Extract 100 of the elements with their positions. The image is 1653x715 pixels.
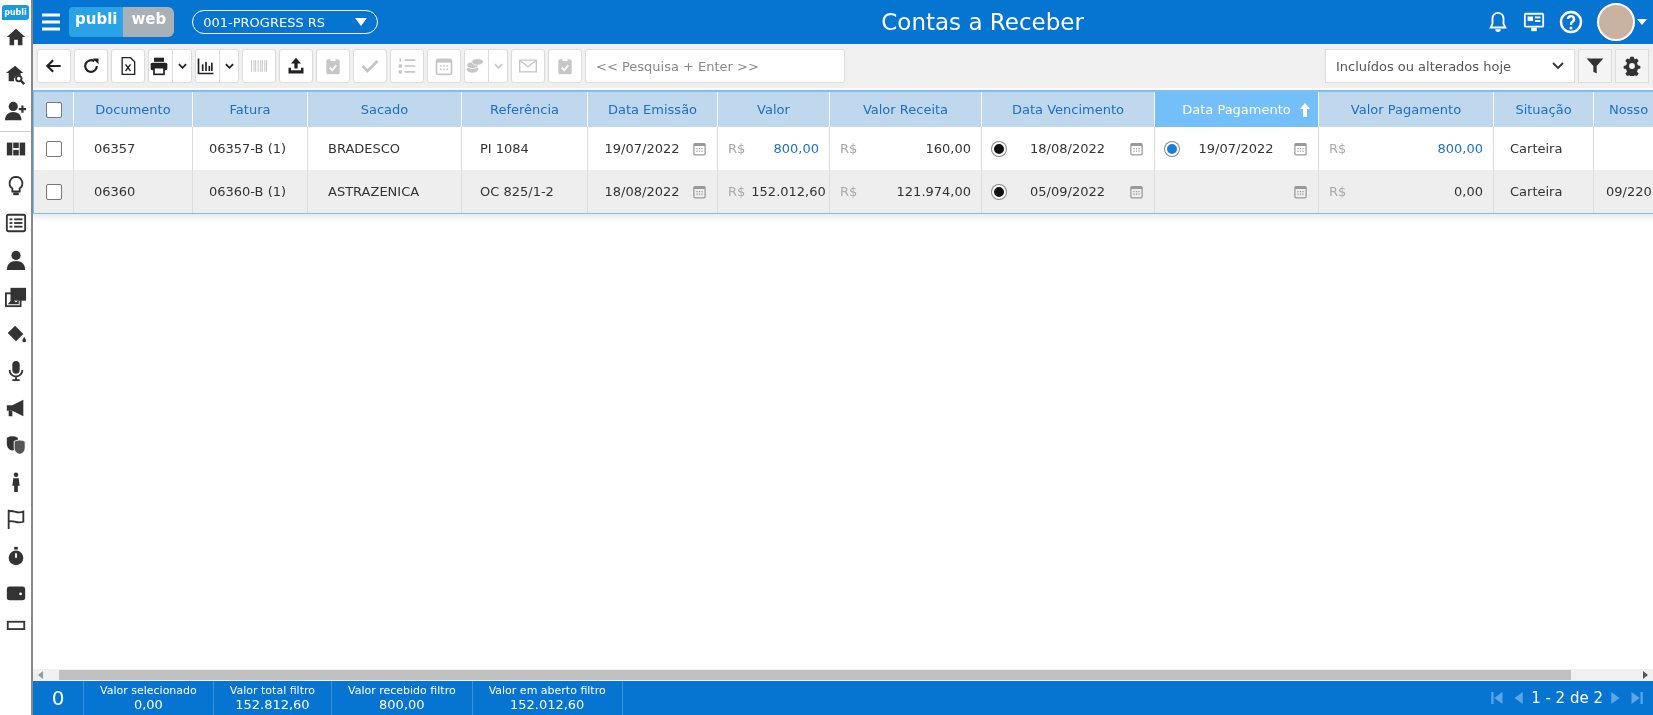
print-icon xyxy=(149,56,169,76)
calendar-icon[interactable] xyxy=(1129,184,1144,199)
toolbar-button[interactable] xyxy=(37,49,71,83)
date-text: 18/08/2022 xyxy=(603,184,681,199)
column-header[interactable]: Valor Receita xyxy=(830,92,982,127)
home-icon[interactable] xyxy=(4,26,27,48)
funnel-icon xyxy=(1585,56,1605,76)
bar-chart-icon xyxy=(196,56,216,76)
selected-count: 0 xyxy=(33,681,84,715)
amount-text: 121.974,00 xyxy=(896,184,971,199)
column-header[interactable]: Data Pagamento xyxy=(1155,92,1319,127)
calendar-icon[interactable] xyxy=(1293,184,1308,199)
status-dot[interactable] xyxy=(992,184,1006,199)
total-label: Valor em aberto filtro xyxy=(488,684,606,697)
currency-label: R$ xyxy=(840,141,858,156)
scrollbar-thumb[interactable] xyxy=(59,670,1571,680)
checkbox[interactable] xyxy=(45,183,62,200)
column-header[interactable]: Situação xyxy=(1494,92,1594,127)
date-text: 19/07/2022 xyxy=(603,141,681,156)
date-text: 18/08/2022 xyxy=(1029,141,1106,156)
images-icon[interactable] xyxy=(4,286,27,308)
table-cell: OC 825/1-2 xyxy=(480,184,554,199)
column-header[interactable]: Nosso xyxy=(1594,92,1653,127)
toolbar-button[interactable] xyxy=(195,49,239,83)
checkbox[interactable] xyxy=(45,101,62,118)
column-header[interactable]: Fatura xyxy=(193,92,308,127)
currency-label: R$ xyxy=(1329,184,1347,199)
toolbar-button[interactable] xyxy=(74,49,108,83)
currency-label: R$ xyxy=(840,184,858,199)
calendar-icon[interactable] xyxy=(692,184,707,199)
upload-icon xyxy=(286,56,306,76)
avatar[interactable] xyxy=(1597,3,1635,41)
table-cell: BRADESCO xyxy=(328,141,401,156)
sort-arrow-icon xyxy=(1300,102,1310,117)
calendar-icon[interactable] xyxy=(1293,141,1308,156)
home-search-icon[interactable] xyxy=(4,63,27,85)
clipboard-check-icon xyxy=(555,56,575,76)
total-value: 0,00 xyxy=(133,697,163,712)
caret-icon[interactable] xyxy=(1637,19,1647,25)
toolbar-button[interactable] xyxy=(279,49,313,83)
column-header[interactable]: Valor Pagamento xyxy=(1319,92,1494,127)
date-text: 05/09/2022 xyxy=(1029,184,1106,199)
amount-text: 800,00 xyxy=(773,141,819,156)
list-icon[interactable] xyxy=(4,212,27,234)
total-label: Valor selecionado xyxy=(100,684,197,697)
refresh-icon xyxy=(81,56,101,76)
coins-icon xyxy=(465,56,485,76)
table-cell: 06357 xyxy=(94,141,136,156)
column-header[interactable]: Data Vencimento xyxy=(982,92,1155,127)
calendar-icon xyxy=(434,56,454,76)
monitor-icon[interactable] xyxy=(1523,11,1545,33)
status-dot[interactable] xyxy=(1165,141,1179,156)
logo-text: publi xyxy=(69,7,124,37)
column-header[interactable]: Data Emissão xyxy=(588,92,718,127)
table-cell: 06360-B (1) xyxy=(209,184,287,199)
table-cell: 09/220 xyxy=(1606,184,1652,199)
status-dot[interactable] xyxy=(992,141,1006,156)
page-title: Contas a Receber xyxy=(880,9,1085,35)
caret-icon xyxy=(224,63,234,69)
scroll-left-icon[interactable] xyxy=(37,671,45,679)
checkbox[interactable] xyxy=(45,140,62,157)
toolbar-button[interactable] xyxy=(111,49,145,83)
scroll-right-icon[interactable] xyxy=(1641,671,1649,679)
calendar-icon[interactable] xyxy=(1129,141,1144,156)
user-plus-icon[interactable] xyxy=(4,100,27,122)
amount-text: 160,00 xyxy=(925,141,971,156)
help-icon[interactable] xyxy=(1559,10,1583,34)
table-cell: Carteira xyxy=(1510,184,1563,199)
table-cell: 06357-B (1) xyxy=(209,141,287,156)
toolbar-button[interactable] xyxy=(148,49,192,83)
caret-icon xyxy=(493,63,503,69)
column-header[interactable]: Valor xyxy=(718,92,830,127)
filter-select[interactable]: Incluídos ou alterados hoje xyxy=(1325,49,1575,83)
table-cell: 06360 xyxy=(94,184,136,199)
filter-button[interactable] xyxy=(1578,49,1612,83)
caret-icon xyxy=(177,63,187,69)
calendar-icon[interactable] xyxy=(692,141,707,156)
bell-icon[interactable] xyxy=(1487,11,1509,33)
table-cell: PI 1084 xyxy=(480,141,529,156)
currency-label: R$ xyxy=(728,184,746,199)
total-value: 152.812,60 xyxy=(235,697,310,712)
app-logo[interactable]: publi xyxy=(2,5,29,20)
amount-text: 800,00 xyxy=(1437,141,1483,156)
column-header[interactable]: Referência xyxy=(462,92,588,127)
search-field[interactable]: << Pesquisa + Enter >> xyxy=(585,49,845,83)
total-label: Valor total filtro xyxy=(229,684,315,697)
settings-button[interactable] xyxy=(1615,49,1649,83)
clipboard-check-icon xyxy=(323,56,343,76)
date-text: 19/07/2022 xyxy=(1197,141,1275,156)
amount-text: 0,00 xyxy=(1454,184,1483,199)
total-value: 800,00 xyxy=(379,697,425,712)
chevron-down-icon xyxy=(1552,62,1564,70)
currency-label: R$ xyxy=(1329,141,1347,156)
caret-icon xyxy=(355,18,368,26)
column-header[interactable]: Documento xyxy=(74,92,193,127)
total-value: 152.012,60 xyxy=(509,697,585,712)
person-icon[interactable] xyxy=(4,249,27,271)
numbered-list-icon xyxy=(397,56,417,76)
column-header[interactable]: Sacado xyxy=(308,92,462,127)
gear-icon xyxy=(1622,56,1642,76)
